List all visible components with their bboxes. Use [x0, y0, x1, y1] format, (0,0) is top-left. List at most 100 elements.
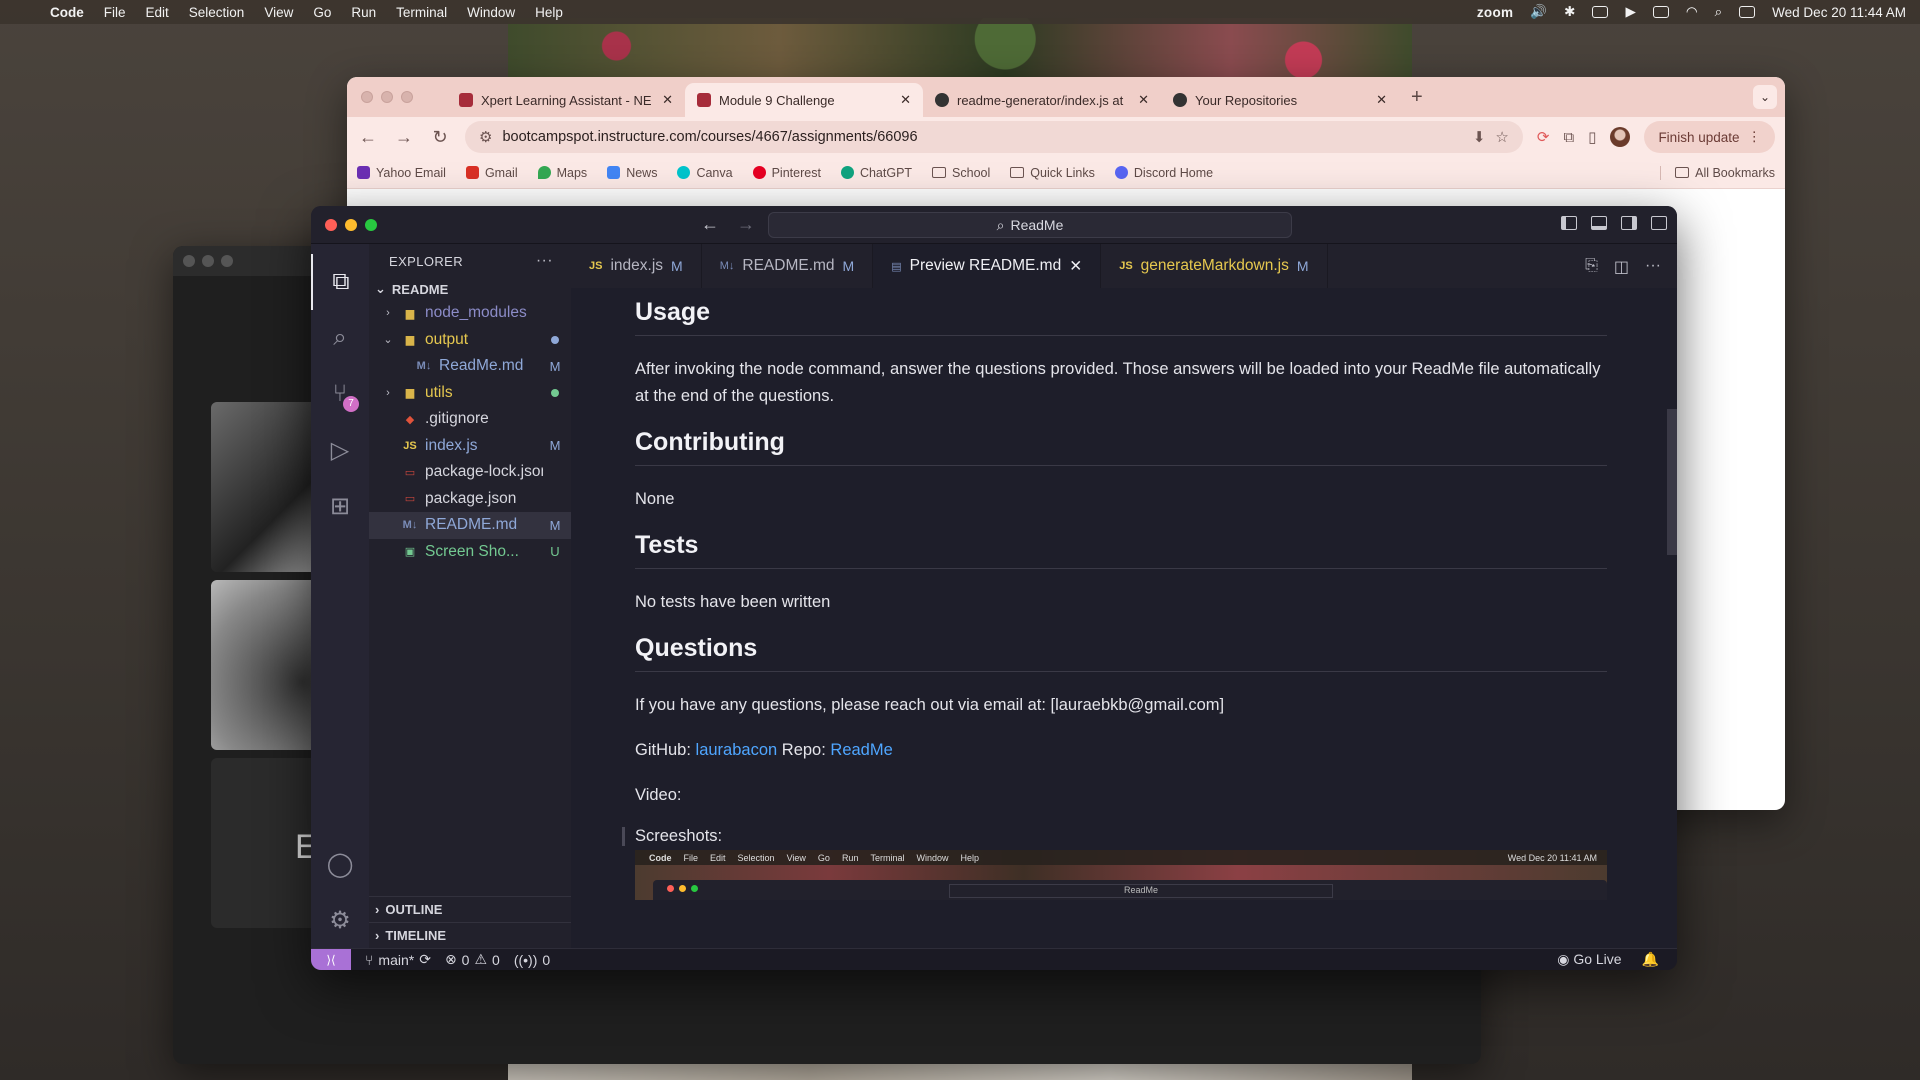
chrome-tab[interactable]: Your Repositories ✕ [1161, 83, 1399, 117]
problems-status[interactable]: ⊗ 0 ⚠ 0 [445, 951, 500, 968]
bookmark-star-icon[interactable]: ☆ [1495, 128, 1508, 146]
all-bookmarks-button[interactable]: All Bookmarks [1660, 165, 1775, 180]
bookmark-canva[interactable]: Canva [677, 166, 733, 180]
more-actions-icon[interactable]: ··· [536, 252, 553, 270]
vscode-minimize-button[interactable] [345, 219, 357, 231]
bookmark-news[interactable]: News [607, 166, 657, 180]
extensions-icon[interactable]: ⊞ [311, 478, 369, 534]
reload-icon[interactable]: ↻ [429, 127, 451, 148]
more-actions-icon[interactable]: ··· [1645, 257, 1661, 277]
tree-item[interactable]: M↓ ReadMe.md M [369, 353, 571, 380]
menu-selection[interactable]: Selection [189, 5, 245, 20]
play-icon[interactable]: ▶ [1625, 4, 1635, 20]
bookmark-gmail[interactable]: Gmail [465, 166, 518, 180]
tree-item[interactable]: M↓ README.md M [369, 512, 571, 539]
tree-item[interactable]: ▭ package.json [369, 486, 571, 513]
menu-window[interactable]: Window [467, 5, 515, 20]
chrome-tab-active[interactable]: Module 9 Challenge ✕ [685, 83, 923, 117]
bookmark-maps[interactable]: Maps [537, 166, 587, 180]
forward-arrow-icon[interactable]: → [393, 127, 415, 148]
tab-preview-readme[interactable]: ▤ Preview README.md ✕ [873, 244, 1102, 288]
menu-terminal[interactable]: Terminal [396, 5, 447, 20]
bookmark-folder-school[interactable]: School [932, 166, 990, 180]
tab-readme-md[interactable]: M↓ README.md M [702, 244, 874, 288]
calendar-icon[interactable] [1592, 6, 1609, 18]
zoom-close-button[interactable] [183, 255, 195, 267]
bookmark-yahoo-email[interactable]: Yahoo Email [357, 166, 446, 180]
bookmark-discord-home[interactable]: Discord Home [1114, 166, 1213, 180]
tree-item[interactable]: ▣ Screen Sho... U [369, 539, 571, 566]
install-app-icon[interactable]: ⬇ [1473, 128, 1486, 146]
menu-run[interactable]: Run [351, 5, 376, 20]
command-center-search[interactable]: ⌕ ReadMe [768, 212, 1292, 238]
extension-icon[interactable]: ⟳ [1537, 128, 1550, 146]
tree-item[interactable]: ⌄ ▆ output [369, 327, 571, 354]
source-control-icon[interactable]: ⑂ 7 [311, 366, 369, 422]
repo-link[interactable]: ReadMe [830, 741, 892, 759]
bookmark-folder-quick-links[interactable]: Quick Links [1010, 166, 1095, 180]
run-debug-icon[interactable]: ▷ [311, 422, 369, 478]
github-user-link[interactable]: laurabacon [696, 741, 778, 759]
go-back-arrow-icon[interactable]: ← [701, 214, 719, 235]
finish-update-button[interactable]: Finish update ⋮ [1644, 121, 1775, 153]
tree-item[interactable]: ▭ package-lock.json [369, 459, 571, 486]
back-arrow-icon[interactable]: ← [357, 127, 379, 148]
tab-generate-markdown-js[interactable]: JS generateMarkdown.js M [1101, 244, 1328, 288]
side-panel-icon[interactable]: ▯ [1588, 128, 1596, 146]
chevron-right-icon[interactable]: › [381, 387, 395, 399]
bookmark-pinterest[interactable]: Pinterest [752, 166, 821, 180]
url-text[interactable]: bootcampspot.instructure.com/courses/466… [502, 129, 1462, 145]
accounts-icon[interactable]: ◯ [311, 836, 369, 892]
menu-go[interactable]: Go [313, 5, 331, 20]
vscode-maximize-button[interactable] [365, 219, 377, 231]
tree-item[interactable]: ◆ .gitignore [369, 406, 571, 433]
toggle-panel-icon[interactable] [1591, 216, 1607, 230]
search-icon[interactable]: ⌕ [311, 310, 369, 366]
manage-gear-icon[interactable]: ⚙ [311, 892, 369, 948]
tree-item[interactable]: › ▆ node_modules [369, 300, 571, 327]
wifi-icon[interactable]: ◠ [1686, 4, 1698, 20]
branch-status[interactable]: ⑂ main* ⟳ [365, 951, 431, 968]
battery-icon[interactable] [1652, 6, 1669, 18]
volume-icon[interactable]: 🔊 [1530, 4, 1547, 20]
chevron-right-icon[interactable]: › [381, 307, 395, 319]
bookmark-chatgpt[interactable]: ChatGPT [840, 166, 912, 180]
profile-avatar-icon[interactable] [1610, 127, 1631, 147]
chrome-minimize-button[interactable] [381, 91, 393, 103]
menu-datetime[interactable]: Wed Dec 20 11:44 AM [1772, 5, 1906, 20]
chrome-tab[interactable]: Xpert Learning Assistant - NE ✕ [447, 83, 685, 117]
tree-item[interactable]: JS index.js M [369, 433, 571, 460]
open-source-icon[interactable]: ⎘ [1585, 257, 1598, 277]
zoom-minimize-button[interactable] [202, 255, 214, 267]
new-tab-plus-icon[interactable]: + [1411, 86, 1423, 109]
menu-file[interactable]: File [104, 5, 126, 20]
spotlight-search-icon[interactable]: ⌕ [1715, 4, 1723, 20]
toggle-secondary-sidebar-icon[interactable] [1621, 216, 1637, 230]
close-tab-icon[interactable]: ✕ [1376, 92, 1387, 108]
sync-icon[interactable]: ⟳ [419, 951, 431, 968]
go-forward-arrow-icon[interactable]: → [737, 214, 755, 235]
workspace-section-header[interactable]: ⌄ README [369, 278, 571, 300]
remote-indicator-icon[interactable]: ⟩⟨ [311, 948, 351, 970]
close-tab-icon[interactable]: ✕ [1138, 92, 1149, 108]
split-editor-icon[interactable]: ◫ [1614, 257, 1629, 277]
vscode-close-button[interactable] [325, 219, 337, 231]
editor-scrollbar[interactable] [1667, 409, 1677, 555]
bluetooth-icon[interactable]: ✱ [1564, 4, 1575, 20]
menu-view[interactable]: View [264, 5, 293, 20]
menu-app-name[interactable]: Code [50, 5, 84, 20]
toggle-primary-sidebar-icon[interactable] [1561, 216, 1577, 230]
outline-section-header[interactable]: › OUTLINE [369, 896, 571, 922]
address-bar[interactable]: ⚙ bootcampspot.instructure.com/courses/4… [465, 121, 1523, 153]
tab-search-chevron-icon[interactable]: ⌄ [1753, 85, 1777, 109]
timeline-section-header[interactable]: › TIMELINE [369, 922, 571, 948]
tree-item[interactable]: › ▆ utils [369, 380, 571, 407]
control-center-icon[interactable] [1739, 6, 1756, 18]
go-live-button[interactable]: ◉ Go Live [1557, 951, 1621, 968]
extensions-puzzle-icon[interactable]: ⧉ [1563, 129, 1574, 146]
close-tab-icon[interactable]: ✕ [900, 92, 911, 108]
more-menu-icon[interactable]: ⋮ [1748, 129, 1762, 145]
zoom-zoom-button[interactable] [221, 255, 233, 267]
close-tab-icon[interactable]: ✕ [662, 92, 673, 108]
zoom-status-item[interactable]: zoom [1477, 5, 1513, 20]
